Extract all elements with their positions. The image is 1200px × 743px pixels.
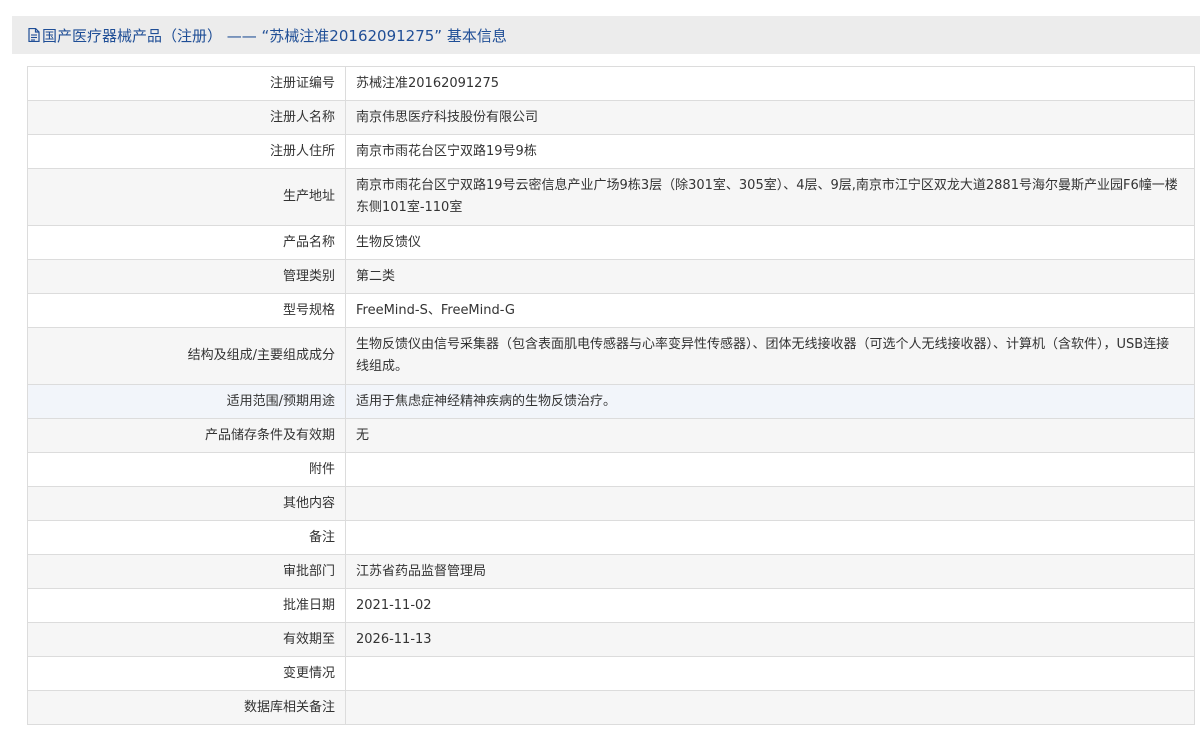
field-value: 生物反馈仪 [345,225,1195,260]
field-value [345,452,1195,487]
table-row: 管理类别 第二类 [27,259,1195,294]
field-label: 备注 [27,520,346,555]
table-row: 注册人名称 南京伟思医疗科技股份有限公司 [27,100,1195,135]
table-row: 生产地址 南京市雨花台区宁双路19号云密信息产业广场9栋3层（除301室、305… [27,168,1195,226]
table-row: 适用范围/预期用途 适用于焦虑症神经精神疾病的生物反馈治疗。 [27,384,1195,419]
table-row: 变更情况 [27,656,1195,691]
table-row: 备注 [27,520,1195,555]
document-icon [28,28,40,42]
field-label: 型号规格 [27,293,346,328]
field-label: 产品名称 [27,225,346,260]
field-label: 其他内容 [27,486,346,521]
table-row: 产品储存条件及有效期 无 [27,418,1195,453]
table-row: 注册证编号 苏械注准20162091275 [27,66,1195,101]
page: 国产医疗器械产品（注册） —— “苏械注准20162091275” 基本信息 注… [0,0,1200,743]
table-row: 数据库相关备注 [27,690,1195,725]
table-row: 附件 [27,452,1195,487]
page-title: 国产医疗器械产品（注册） —— “苏械注准20162091275” 基本信息 [42,26,507,45]
table-row: 审批部门 江苏省药品监督管理局 [27,554,1195,589]
table-row: 注册人住所 南京市雨花台区宁双路19号9栋 [27,134,1195,169]
field-value [345,486,1195,521]
table-row: 有效期至 2026-11-13 [27,622,1195,657]
field-label: 批准日期 [27,588,346,623]
field-label: 产品储存条件及有效期 [27,418,346,453]
panel-header: 国产医疗器械产品（注册） —— “苏械注准20162091275” 基本信息 [12,16,1200,54]
field-label: 附件 [27,452,346,487]
field-label: 注册证编号 [27,66,346,101]
field-value [345,520,1195,555]
field-value: 2021-11-02 [345,588,1195,623]
table-row: 其他内容 [27,486,1195,521]
panel-body: 注册证编号 苏械注准20162091275 注册人名称 南京伟思医疗科技股份有限… [12,54,1200,740]
table-row: 结构及组成/主要组成成分 生物反馈仪由信号采集器（包含表面肌电传感器与心率变异性… [27,327,1195,385]
field-value: 南京市雨花台区宁双路19号云密信息产业广场9栋3层（除301室、305室）、4层… [345,168,1195,226]
table-row: 型号规格 FreeMind-S、FreeMind-G [27,293,1195,328]
field-value: 江苏省药品监督管理局 [345,554,1195,589]
field-value: 生物反馈仪由信号采集器（包含表面肌电传感器与心率变异性传感器）、团体无线接收器（… [345,327,1195,385]
field-label: 变更情况 [27,656,346,691]
field-label: 注册人名称 [27,100,346,135]
info-table: 注册证编号 苏械注准20162091275 注册人名称 南京伟思医疗科技股份有限… [27,66,1195,725]
field-value: 南京市雨花台区宁双路19号9栋 [345,134,1195,169]
field-value [345,656,1195,691]
field-label: 结构及组成/主要组成成分 [27,327,346,385]
field-value: 2026-11-13 [345,622,1195,657]
field-value: 无 [345,418,1195,453]
field-label: 有效期至 [27,622,346,657]
field-value: 适用于焦虑症神经精神疾病的生物反馈治疗。 [345,384,1195,419]
field-value: 苏械注准20162091275 [345,66,1195,101]
table-row: 产品名称 生物反馈仪 [27,225,1195,260]
field-value [345,690,1195,725]
table-row: 批准日期 2021-11-02 [27,588,1195,623]
field-label: 数据库相关备注 [27,690,346,725]
field-value: 第二类 [345,259,1195,294]
field-label: 审批部门 [27,554,346,589]
field-label: 管理类别 [27,259,346,294]
field-label: 注册人住所 [27,134,346,169]
field-value: 南京伟思医疗科技股份有限公司 [345,100,1195,135]
field-label: 适用范围/预期用途 [27,384,346,419]
field-value: FreeMind-S、FreeMind-G [345,293,1195,328]
field-label: 生产地址 [27,168,346,226]
